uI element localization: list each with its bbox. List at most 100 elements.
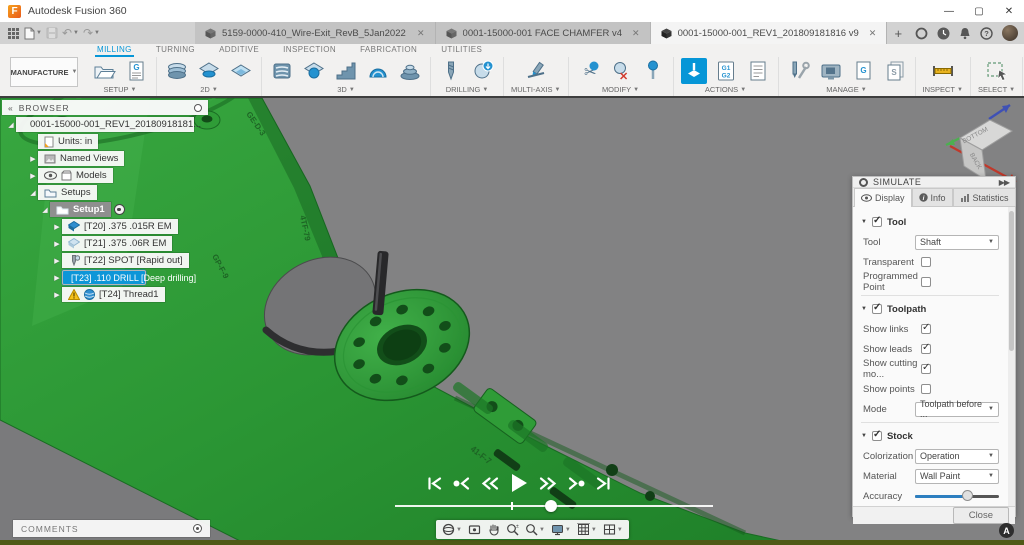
collapsed-arrow-icon[interactable]: ▶ — [28, 155, 38, 163]
group-modify-label[interactable]: MODIFY — [602, 85, 631, 94]
viewports-icon[interactable]: ▼ — [603, 523, 623, 536]
expanded-arrow-icon[interactable]: ◢ — [28, 189, 38, 197]
tree-item-label[interactable]: [T24] Thread1 — [99, 289, 159, 300]
2d-adaptive-icon[interactable] — [164, 58, 190, 84]
help-icon[interactable]: ? — [980, 27, 993, 40]
job-status-clock-icon[interactable] — [937, 27, 950, 40]
stock-section-header[interactable]: ▼ Stock — [861, 426, 999, 446]
3d-pocket-clearing-icon[interactable] — [301, 58, 327, 84]
toolpath-section-header[interactable]: ▼ Toolpath — [861, 299, 999, 319]
new-setup-icon[interactable] — [91, 58, 117, 84]
tab-statistics[interactable]: Statistics — [953, 188, 1016, 206]
redo-icon[interactable]: ↷▼ — [83, 27, 100, 39]
window-select-icon[interactable] — [984, 58, 1010, 84]
orbit-icon[interactable]: ▼ — [442, 523, 462, 536]
stock-section-checkbox[interactable] — [872, 431, 882, 441]
save-icon[interactable] — [46, 27, 58, 39]
zoom-window-icon[interactable]: ▼ — [525, 523, 545, 536]
timeline-scrubber-handle[interactable] — [545, 500, 557, 512]
tab-utilities[interactable]: UTILITIES — [439, 44, 484, 57]
tab-milling[interactable]: MILLING — [95, 44, 134, 57]
collapse-browser-icon[interactable]: « — [8, 103, 14, 113]
templates-library-icon[interactable]: S — [882, 58, 908, 84]
trim-toolpath-icon[interactable]: ✂ — [576, 58, 602, 84]
tab-info[interactable]: i Info — [912, 188, 953, 206]
toolpath-section-checkbox[interactable] — [872, 304, 882, 314]
expanded-arrow-icon[interactable]: ◢ — [6, 121, 16, 129]
add-toolpath-point-icon[interactable] — [640, 58, 666, 84]
comments-bar[interactable]: COMMENTS — [13, 520, 210, 537]
2d-face-icon[interactable] — [228, 58, 254, 84]
user-avatar[interactable] — [1002, 25, 1018, 41]
tree-row-units[interactable]: Units: in — [2, 134, 208, 149]
app-grid-menu-icon[interactable] — [8, 28, 19, 39]
browser-options-icon[interactable] — [194, 104, 202, 112]
group-manage-label[interactable]: MANAGE — [826, 85, 859, 94]
zoom-icon[interactable]: ± — [506, 523, 519, 536]
post-process-icon[interactable]: G1G2 — [713, 58, 739, 84]
tree-item-label[interactable]: [T20] .375 .015R EM — [84, 221, 172, 232]
tool-section-checkbox[interactable] — [872, 217, 882, 227]
browser-header[interactable]: « BROWSER — [2, 100, 208, 115]
file-menu-icon[interactable]: ▼ — [23, 27, 42, 40]
next-operation-button[interactable] — [568, 476, 585, 491]
multi-axis-swarf-icon[interactable] — [523, 58, 549, 84]
tool-select[interactable]: Shaft▼ — [915, 235, 999, 250]
close-tab-icon[interactable]: ✕ — [865, 28, 877, 39]
close-button[interactable]: Close — [953, 507, 1009, 524]
collapsed-arrow-icon[interactable]: ▶ — [52, 291, 62, 299]
show-cutting-moves-checkbox[interactable] — [921, 364, 931, 374]
expand-dialog-icon[interactable]: ▶▶ — [999, 178, 1009, 187]
tree-row-named-views[interactable]: ▶ Named Views — [2, 151, 208, 166]
document-tab-3-active[interactable]: 0001-15000-001_REV1_201809181816 v9 ✕ — [651, 22, 888, 44]
panel-scrollbar[interactable] — [1008, 207, 1015, 506]
workspace-selector[interactable]: MANUFACTURE ▼ — [10, 57, 78, 87]
skip-to-start-button[interactable] — [427, 476, 442, 491]
tree-item-label[interactable]: Named Views — [60, 153, 118, 164]
tree-item-label[interactable]: Setup1 — [73, 204, 105, 215]
3d-adaptive-clearing-icon[interactable] — [269, 58, 295, 84]
new-tab-button[interactable]: + — [887, 22, 909, 44]
bore-icon[interactable] — [470, 58, 496, 84]
tab-inspection[interactable]: INSPECTION — [281, 44, 338, 57]
step-forward-button[interactable] — [539, 476, 557, 491]
panel-scrollbar-thumb[interactable] — [1009, 211, 1014, 351]
colorization-select[interactable]: Operation▼ — [915, 449, 999, 464]
tree-item-label[interactable]: 0001-15000-001_REV1_20180918181... — [30, 119, 201, 130]
look-at-icon[interactable] — [468, 523, 481, 536]
mode-select[interactable]: Toolpath before ...▼ — [915, 402, 999, 417]
tree-row-t21[interactable]: ▶ [T21] .375 .06R EM — [2, 236, 208, 251]
maximize-button[interactable]: ▢ — [964, 0, 994, 22]
collapsed-arrow-icon[interactable]: ▶ — [52, 257, 62, 265]
accuracy-slider[interactable] — [915, 491, 999, 501]
tree-item-label[interactable]: [T22] SPOT [Rapid out] — [84, 255, 183, 266]
tree-row-t23-selected[interactable]: ▶ [T23] .110 DRILL [Deep drilling] — [2, 270, 208, 285]
expanded-arrow-icon[interactable]: ◢ — [40, 206, 50, 214]
collapsed-arrow-icon[interactable]: ▶ — [52, 223, 62, 231]
drill-icon[interactable] — [438, 58, 464, 84]
machine-library-icon[interactable] — [818, 58, 844, 84]
grid-settings-icon[interactable]: ▼ — [577, 523, 597, 536]
show-links-checkbox[interactable] — [921, 324, 931, 334]
tree-item-label[interactable]: Units: in — [58, 136, 92, 147]
undo-icon[interactable]: ↶▼ — [62, 27, 79, 39]
pan-icon[interactable] — [487, 523, 500, 536]
section-collapse-icon[interactable]: ▼ — [861, 219, 867, 225]
collapsed-arrow-icon[interactable]: ▶ — [52, 240, 62, 248]
group-actions-label[interactable]: ACTIONS — [705, 85, 738, 94]
previous-operation-button[interactable] — [453, 476, 470, 491]
group-3d-label[interactable]: 3D — [337, 85, 347, 94]
autodesk-assistant-icon[interactable]: A — [999, 523, 1014, 538]
extensions-icon[interactable] — [915, 27, 928, 40]
collapsed-arrow-icon[interactable]: ▶ — [28, 172, 38, 180]
setup-sheet-icon[interactable] — [745, 58, 771, 84]
close-tab-icon[interactable]: ✕ — [628, 28, 640, 39]
3d-viewport[interactable]: GE-D-3 4TF-79 GP-F-9 41-F-7 BOTTOM BACK … — [0, 98, 1024, 545]
tree-item-label[interactable]: Setups — [61, 187, 91, 198]
tool-library-icon[interactable] — [786, 58, 812, 84]
play-button[interactable] — [510, 473, 528, 493]
tree-row-root[interactable]: ◢ 0001-15000-001_REV1_20180918181... — [2, 117, 208, 132]
group-setup-label[interactable]: SETUP — [104, 85, 129, 94]
3d-parallel-icon[interactable] — [365, 58, 391, 84]
2d-pocket-icon[interactable] — [196, 58, 222, 84]
